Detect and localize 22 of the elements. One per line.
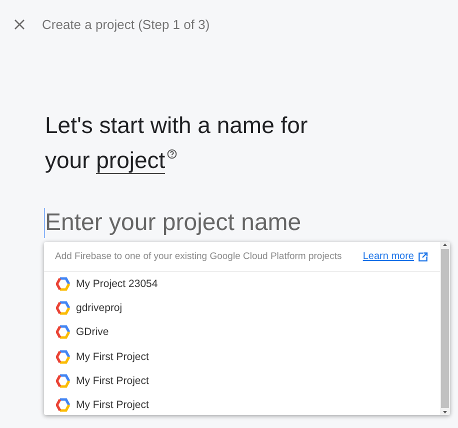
hexagon-icon (56, 301, 70, 316)
hexagon-icon (56, 398, 70, 412)
heading: Let's start with a name for your project (45, 111, 309, 176)
close-icon[interactable] (14, 18, 25, 30)
project-option[interactable]: GDrive (44, 320, 440, 345)
project-option[interactable]: My First Project (44, 392, 440, 415)
page-title: Create a project (Step 1 of 3) (42, 16, 210, 32)
scrollbar[interactable] (440, 242, 450, 415)
project-option[interactable]: My First Project (44, 344, 440, 369)
project-option[interactable]: gdriveproj (44, 296, 440, 320)
project-option[interactable]: My Project 23054 (44, 272, 440, 296)
project-option[interactable]: My First Project (44, 368, 440, 393)
dropdown-hint: Add Firebase to one of your existing Google Cloud Platform projects (55, 251, 342, 262)
hexagon-icon (56, 325, 70, 340)
project-term[interactable]: project (96, 147, 166, 174)
project-name-field[interactable]: Enter your project name (44, 208, 435, 238)
hexagon-icon (56, 350, 70, 364)
external-link-icon (418, 252, 428, 262)
help-icon[interactable] (167, 149, 178, 160)
hexagon-icon (56, 277, 70, 292)
hexagon-icon (56, 374, 70, 388)
learn-more-link[interactable]: Learn more (362, 251, 428, 262)
